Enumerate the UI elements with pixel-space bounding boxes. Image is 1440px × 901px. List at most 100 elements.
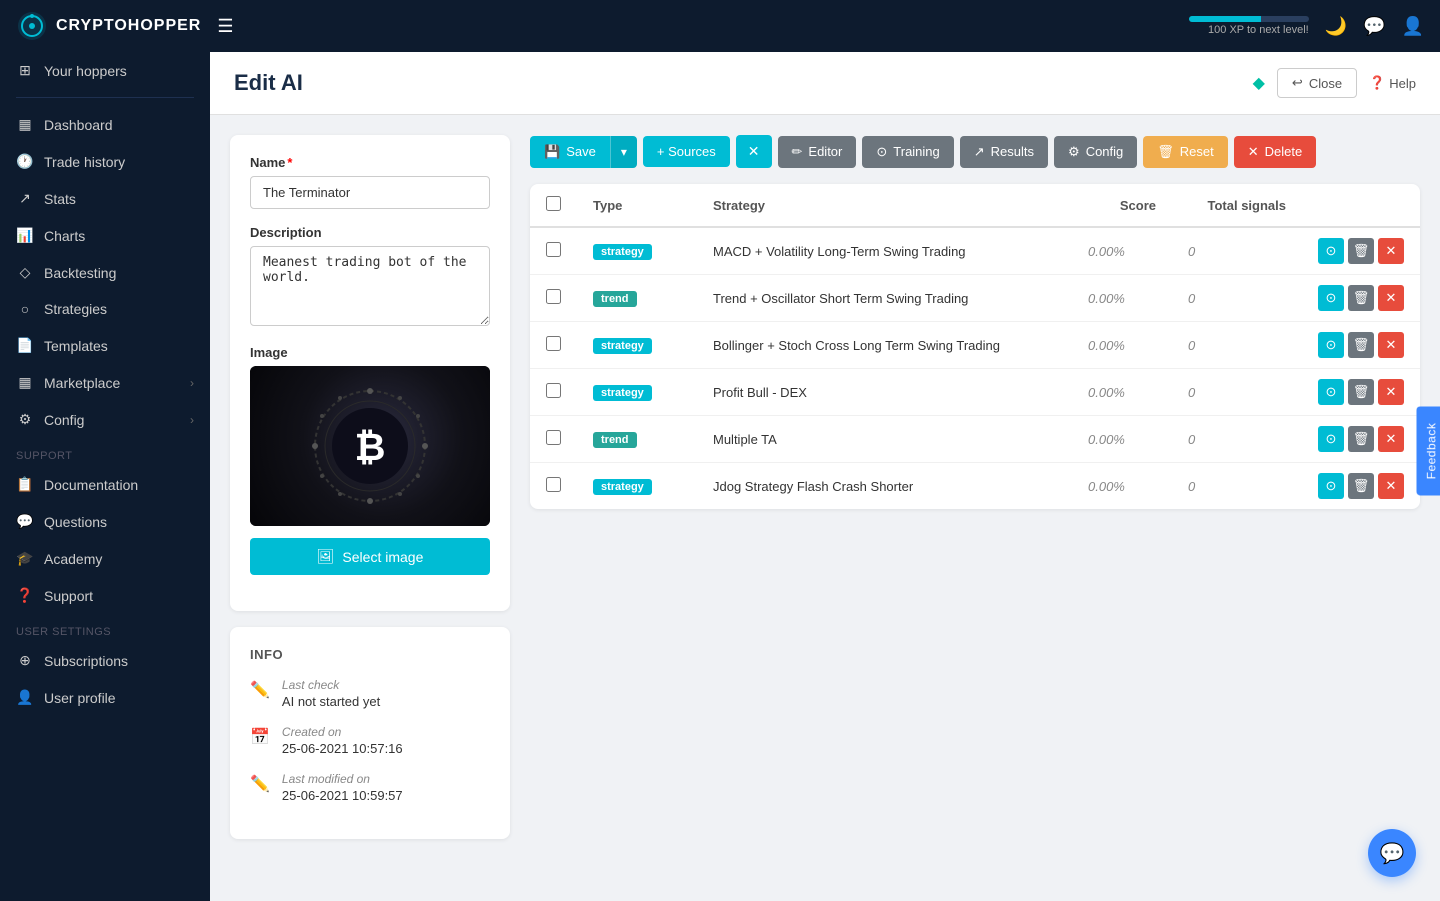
row-checkbox[interactable] <box>546 242 561 257</box>
row-delete-button[interactable]: 🗑 <box>1348 238 1374 264</box>
score-value: 0.00% <box>1088 432 1125 447</box>
sidebar-item-trade-history[interactable]: 🕐 Trade history <box>0 143 210 180</box>
row-delete-button[interactable]: 🗑 <box>1348 332 1374 358</box>
sidebar-item-documentation[interactable]: 📋 Documentation <box>0 466 210 503</box>
info-last-check: ✏️ Last check AI not started yet <box>250 678 490 709</box>
sidebar-item-charts[interactable]: 📊 Charts <box>0 217 210 254</box>
row-signals-cell: 0 <box>1172 322 1302 369</box>
name-field-group: Name* <box>250 155 490 209</box>
row-checkbox[interactable] <box>546 336 561 351</box>
sidebar-label-marketplace: Marketplace <box>44 375 120 391</box>
row-delete-button[interactable]: 🗑 <box>1348 285 1374 311</box>
sidebar-label-academy: Academy <box>44 551 102 567</box>
reset-icon: 🗑 <box>1157 144 1174 160</box>
help-label: Help <box>1389 76 1416 91</box>
sidebar-item-academy[interactable]: 🎓 Academy <box>0 540 210 577</box>
row-settings-button[interactable]: ⊙ <box>1318 285 1344 311</box>
row-checkbox[interactable] <box>546 430 561 445</box>
sidebar-item-stats[interactable]: ↗ Stats <box>0 180 210 217</box>
config-button[interactable]: ⚙ Config <box>1054 136 1137 168</box>
save-icon: 💾 <box>544 144 560 160</box>
notifications-icon[interactable]: 💬 <box>1363 16 1385 37</box>
close-arrow-icon: ↩ <box>1292 75 1303 91</box>
sidebar-item-dashboard[interactable]: ▦ Dashboard <box>0 106 210 143</box>
row-actions-cell: ⊙ 🗑 ✕ <box>1302 463 1420 510</box>
sidebar-item-marketplace[interactable]: ▦ Marketplace › <box>0 364 210 401</box>
dark-mode-icon[interactable]: 🌙 <box>1325 16 1347 37</box>
results-icon: ↗ <box>974 144 985 160</box>
documentation-icon: 📋 <box>16 476 34 493</box>
select-all-checkbox[interactable] <box>546 196 561 211</box>
row-checkbox-cell <box>530 322 577 369</box>
row-remove-button[interactable]: ✕ <box>1378 332 1404 358</box>
sidebar-item-backtesting[interactable]: ◇ Backtesting <box>0 254 210 291</box>
save-dropdown-button[interactable]: ▾ <box>610 136 637 168</box>
signals-value: 0 <box>1188 432 1195 447</box>
row-settings-button[interactable]: ⊙ <box>1318 379 1344 405</box>
row-action-buttons: ⊙ 🗑 ✕ <box>1318 473 1404 499</box>
row-settings-button[interactable]: ⊙ <box>1318 238 1344 264</box>
sources-button[interactable]: + Sources <box>643 136 730 167</box>
description-field-group: Description Meanest trading bot of the w… <box>250 225 490 329</box>
save-button-group: 💾 Save ▾ <box>530 136 637 168</box>
row-delete-button[interactable]: 🗑 <box>1348 473 1374 499</box>
sidebar-item-questions[interactable]: 💬 Questions <box>0 503 210 540</box>
row-checkbox[interactable] <box>546 289 561 304</box>
reset-button[interactable]: 🗑 Reset <box>1143 136 1227 168</box>
sidebar-label-backtesting: Backtesting <box>44 265 116 281</box>
row-delete-button[interactable]: 🗑 <box>1348 379 1374 405</box>
table-wrapper: Type Strategy Score Total signals strate… <box>530 184 1420 509</box>
row-settings-button[interactable]: ⊙ <box>1318 332 1344 358</box>
last-modified-icon: ✏️ <box>250 774 270 794</box>
row-checkbox[interactable] <box>546 477 561 492</box>
editor-label: Editor <box>808 144 842 159</box>
bitcoin-ring-svg: ₿ <box>310 386 430 506</box>
name-input[interactable] <box>250 176 490 209</box>
dashboard-icon: ▦ <box>16 116 34 133</box>
row-score-cell: 0.00% <box>1072 369 1172 416</box>
close-button[interactable]: ↩ Close <box>1277 68 1357 98</box>
sidebar-item-support[interactable]: ❓ Support <box>0 577 210 614</box>
row-settings-button[interactable]: ⊙ <box>1318 473 1344 499</box>
row-settings-button[interactable]: ⊙ <box>1318 426 1344 452</box>
select-image-button[interactable]: 🖼 Select image <box>250 538 490 575</box>
dismiss-button[interactable]: ✕ <box>736 135 772 168</box>
charts-icon: 📊 <box>16 227 34 244</box>
row-checkbox[interactable] <box>546 383 561 398</box>
user-avatar-icon[interactable]: 👤 <box>1402 16 1424 37</box>
chat-bubble[interactable]: 💬 <box>1368 829 1416 877</box>
save-button[interactable]: 💾 Save <box>530 136 610 168</box>
row-remove-button[interactable]: ✕ <box>1378 238 1404 264</box>
training-icon: ⊙ <box>876 144 887 160</box>
row-actions-cell: ⊙ 🗑 ✕ <box>1302 227 1420 275</box>
user-settings-section-label: USER SETTINGS <box>0 614 210 642</box>
feedback-tab[interactable]: Feedback <box>1417 406 1440 495</box>
xp-progress: 100 XP to next level! <box>1189 16 1309 36</box>
sidebar-item-strategies[interactable]: ○ Strategies <box>0 291 210 327</box>
row-delete-button[interactable]: 🗑 <box>1348 426 1374 452</box>
sidebar-item-templates[interactable]: 📄 Templates <box>0 327 210 364</box>
menu-icon[interactable]: ☰ <box>217 16 233 37</box>
sidebar-item-your-hoppers[interactable]: ⊞ Your hoppers <box>0 52 210 89</box>
description-textarea[interactable]: Meanest trading bot of the world. <box>250 246 490 326</box>
name-label: Name* <box>250 155 490 170</box>
sidebar-item-subscriptions[interactable]: ⊕ Subscriptions <box>0 642 210 679</box>
sidebar-item-user-profile[interactable]: 👤 User profile <box>0 679 210 716</box>
row-strategy-cell: MACD + Volatility Long-Term Swing Tradin… <box>697 227 1072 275</box>
editor-button[interactable]: ✏ Editor <box>778 136 857 168</box>
last-check-label: Last check <box>282 678 380 692</box>
required-star: * <box>287 155 292 170</box>
sidebar-item-config[interactable]: ⚙ Config › <box>0 401 210 438</box>
training-button[interactable]: ⊙ Training <box>862 136 953 168</box>
row-score-cell: 0.00% <box>1072 463 1172 510</box>
select-image-label: Select image <box>342 549 423 565</box>
delete-button[interactable]: ✕ Delete <box>1234 136 1316 168</box>
score-value: 0.00% <box>1088 291 1125 306</box>
help-button[interactable]: ❓ Help <box>1369 75 1416 91</box>
results-button[interactable]: ↗ Results <box>960 136 1048 168</box>
row-remove-button[interactable]: ✕ <box>1378 285 1404 311</box>
row-remove-button[interactable]: ✕ <box>1378 379 1404 405</box>
app-logo[interactable]: CRYPTOHOPPER <box>16 10 201 42</box>
row-remove-button[interactable]: ✕ <box>1378 426 1404 452</box>
row-remove-button[interactable]: ✕ <box>1378 473 1404 499</box>
